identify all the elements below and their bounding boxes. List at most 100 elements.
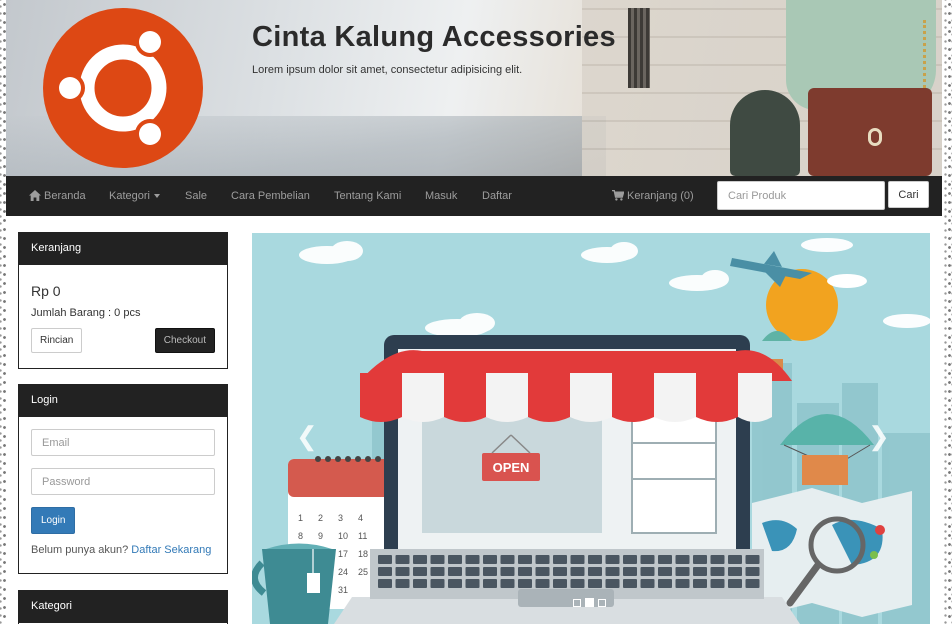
keyboard-key xyxy=(605,567,620,576)
header-banner: Cinta Kalung Accessories Lorem ipsum dol… xyxy=(6,0,942,176)
site-tagline: Lorem ipsum dolor sit amet, consectetur … xyxy=(252,64,523,76)
calendar-day: 11 xyxy=(358,531,367,541)
banner-model-photo xyxy=(730,0,942,176)
cart-panel-heading: Keranjang xyxy=(19,233,227,265)
login-panel: Login Login Belum punya akun? Daftar Sek… xyxy=(18,384,228,574)
keyboard-key xyxy=(728,567,742,576)
cart-total: Rp 0 xyxy=(31,283,61,299)
keyboard-key xyxy=(430,579,445,588)
nav-beranda[interactable]: Beranda xyxy=(29,176,86,216)
calendar-day: 10 xyxy=(338,531,348,541)
keyboard-key xyxy=(448,567,462,576)
calendar-day: 8 xyxy=(298,531,303,541)
keyboard-key xyxy=(728,579,742,588)
keyboard-key xyxy=(675,555,690,564)
keyboard-key xyxy=(413,579,427,588)
keyboard-key xyxy=(500,555,515,564)
carousel-next-arrow[interactable]: ❯ xyxy=(868,423,890,449)
nav-tentang-kami[interactable]: Tentang Kami xyxy=(334,176,401,216)
keyboard-key xyxy=(728,555,742,564)
keyboard-key xyxy=(465,555,480,564)
keyboard-key xyxy=(693,567,707,576)
calendar-day: 25 xyxy=(358,567,368,577)
carousel-indicators xyxy=(573,598,610,608)
keyboard-key xyxy=(483,579,497,588)
nav-kategori-dropdown[interactable]: Kategori xyxy=(109,176,160,216)
keyboard-key xyxy=(430,555,445,564)
register-link[interactable]: Daftar Sekarang xyxy=(131,544,211,556)
keyboard-key xyxy=(745,555,760,564)
keyboard-key xyxy=(500,579,515,588)
category-panel: Kategori xyxy=(18,590,228,624)
search-input[interactable] xyxy=(717,181,885,210)
email-field[interactable] xyxy=(31,429,215,456)
keyboard-key xyxy=(378,579,392,588)
register-prompt: Belum punya akun? Daftar Sekarang xyxy=(31,544,215,556)
calendar-day: 2 xyxy=(318,513,323,523)
register-prompt-text: Belum punya akun? xyxy=(31,544,129,556)
carousel-indicator[interactable] xyxy=(585,598,594,607)
keyboard-key xyxy=(658,555,672,564)
nav-kategori-label: Kategori xyxy=(109,190,150,202)
page: Cinta Kalung Accessories Lorem ipsum dol… xyxy=(6,0,942,624)
search-button[interactable]: Cari xyxy=(888,181,929,208)
carousel-indicator[interactable] xyxy=(573,599,581,607)
keyboard-key xyxy=(570,567,585,576)
keyboard-key xyxy=(623,579,637,588)
keyboard-key xyxy=(693,579,707,588)
keyboard-key xyxy=(378,567,392,576)
keyboard-key xyxy=(448,555,462,564)
hero-carousel[interactable]: 1 2 3 4 8 9 10 11 17 18 24 25 31 OPEN ❮ … xyxy=(252,233,930,624)
keyboard-key xyxy=(518,555,532,564)
keyboard-key xyxy=(465,567,480,576)
site-title[interactable]: Cinta Kalung Accessories xyxy=(252,21,616,54)
checkout-button[interactable]: Checkout xyxy=(154,328,215,353)
keyboard-key xyxy=(465,579,480,588)
nav-beranda-label: Beranda xyxy=(44,190,86,202)
keyboard-key xyxy=(500,567,515,576)
keyboard-key xyxy=(553,555,567,564)
carousel-indicator[interactable] xyxy=(598,599,606,607)
keyboard-key xyxy=(640,579,655,588)
nav-cara-pembelian[interactable]: Cara Pembelian xyxy=(231,176,310,216)
site-logo[interactable] xyxy=(43,8,203,168)
banner-window xyxy=(628,8,650,88)
keyboard-key xyxy=(535,579,550,588)
password-field[interactable] xyxy=(31,468,215,495)
keyboard-key xyxy=(623,567,637,576)
calendar-day: 31 xyxy=(338,585,348,595)
cart-quantity: Jumlah Barang : 0 pcs xyxy=(31,307,141,319)
nav-masuk[interactable]: Masuk xyxy=(425,176,457,216)
nav-cart[interactable]: Keranjang (0) xyxy=(612,176,694,216)
banner-hat xyxy=(730,90,800,176)
keyboard-key xyxy=(413,567,427,576)
keyboard-key xyxy=(395,567,410,576)
keyboard-key xyxy=(570,579,585,588)
keyboard-key xyxy=(675,567,690,576)
keyboard-key xyxy=(605,555,620,564)
nav-sale[interactable]: Sale xyxy=(185,176,207,216)
keyboard-key xyxy=(588,567,602,576)
cart-panel: Keranjang Rp 0 Jumlah Barang : 0 pcs Rin… xyxy=(18,232,228,369)
keyboard-key xyxy=(640,555,655,564)
keyboard-key xyxy=(710,567,725,576)
nav-daftar[interactable]: Daftar xyxy=(482,176,512,216)
keyboard-key xyxy=(640,567,655,576)
keyboard-key xyxy=(710,579,725,588)
keyboard-key xyxy=(378,555,392,564)
keyboard-key xyxy=(483,567,497,576)
cart-details-button[interactable]: Rincian xyxy=(31,328,83,353)
login-button[interactable]: Login xyxy=(31,507,76,534)
calendar-day: 18 xyxy=(358,549,368,559)
keyboard-key xyxy=(588,555,602,564)
keyboard-key xyxy=(745,567,760,576)
keyboard-key xyxy=(483,555,497,564)
keyboard-key xyxy=(535,555,550,564)
keyboard-key xyxy=(518,567,532,576)
keyboard-key xyxy=(553,579,567,588)
home-icon xyxy=(29,190,41,201)
slide-illustration: 1 2 3 4 8 9 10 11 17 18 24 25 31 OPEN xyxy=(252,238,930,624)
calendar-day: 24 xyxy=(338,567,348,577)
carousel-prev-arrow[interactable]: ❮ xyxy=(296,423,318,449)
shopping-cart-icon xyxy=(612,190,624,201)
